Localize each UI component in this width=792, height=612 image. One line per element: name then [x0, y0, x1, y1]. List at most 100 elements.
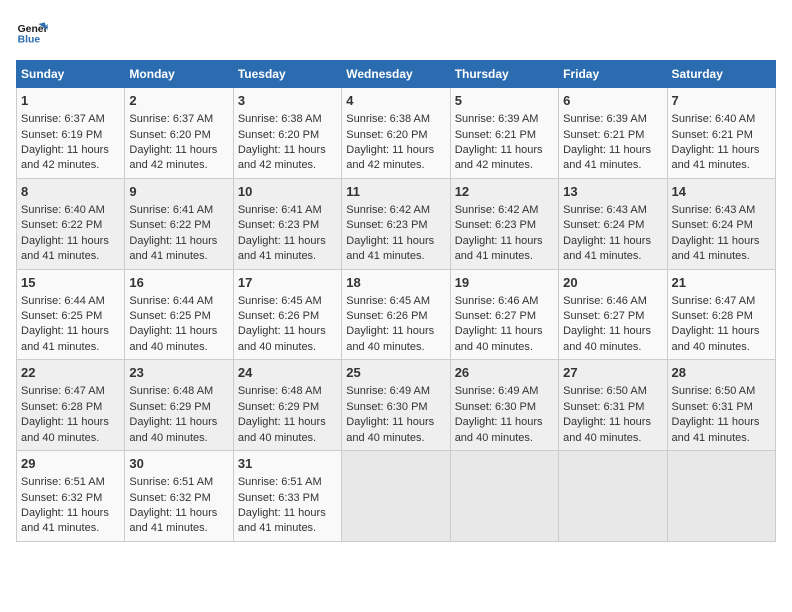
sunset-label: Sunset: 6:28 PM: [21, 401, 102, 413]
day-number: 3: [238, 92, 337, 110]
calendar-cell: 25Sunrise: 6:49 AMSunset: 6:30 PMDayligh…: [342, 360, 450, 451]
daylight-label: Daylight: 11 hours and 42 minutes.: [129, 144, 217, 171]
calendar-week-row: 22 Sunrise: 6:47 AM Sunset: 6:28 PM Dayligh…: [17, 360, 776, 451]
calendar-cell: 15 Sunrise: 6:44 AM Sunset: 6:25 PM Dayligh…: [17, 269, 125, 360]
sunrise-label: Sunrise: 6:44 AM: [21, 295, 105, 307]
sunrise-label: Sunrise: 6:37 AM: [129, 113, 213, 125]
day-number: 16: [129, 274, 228, 292]
day-number: 18: [346, 274, 445, 292]
daylight-label: Daylight: 11 hours and 40 minutes.: [238, 325, 326, 352]
sunset-label: Sunset: 6:25 PM: [129, 310, 210, 322]
sunrise-label: Sunrise: 6:46 AM: [563, 295, 647, 307]
daylight-label: Daylight: 11 hours and 41 minutes.: [129, 507, 217, 534]
calendar-cell: [342, 451, 450, 542]
logo: General Blue: [16, 16, 48, 48]
calendar-cell: 1Sunrise: 6:37 AMSunset: 6:19 PMDaylight…: [17, 88, 125, 179]
day-number: 9: [129, 183, 228, 201]
sunrise-label: Sunrise: 6:41 AM: [129, 204, 213, 216]
calendar-cell: 26Sunrise: 6:49 AMSunset: 6:30 PMDayligh…: [450, 360, 558, 451]
sunset-label: Sunset: 6:20 PM: [129, 129, 210, 141]
day-number: 20: [563, 274, 662, 292]
day-number: 28: [672, 364, 771, 382]
day-number: 15: [21, 274, 120, 292]
daylight-label: Daylight: 11 hours and 41 minutes.: [238, 235, 326, 262]
daylight-label: Daylight: 11 hours and 41 minutes.: [672, 144, 760, 171]
day-number: 11: [346, 183, 445, 201]
sunrise-label: Sunrise: 6:51 AM: [238, 476, 322, 488]
calendar-header-row: SundayMondayTuesdayWednesdayThursdayFrid…: [17, 61, 776, 88]
calendar-day-header: Friday: [559, 61, 667, 88]
sunrise-label: Sunrise: 6:38 AM: [346, 113, 430, 125]
sunrise-label: Sunrise: 6:50 AM: [672, 385, 756, 397]
day-number: 22: [21, 364, 120, 382]
calendar-week-row: 15 Sunrise: 6:44 AM Sunset: 6:25 PM Dayligh…: [17, 269, 776, 360]
daylight-label: Daylight: 11 hours and 41 minutes.: [672, 416, 760, 443]
sunset-label: Sunset: 6:31 PM: [672, 401, 753, 413]
sunset-label: Sunset: 6:24 PM: [672, 219, 753, 231]
day-number: 19: [455, 274, 554, 292]
day-number: 23: [129, 364, 228, 382]
calendar-cell: 5Sunrise: 6:39 AMSunset: 6:21 PMDaylight…: [450, 88, 558, 179]
daylight-label: Daylight: 11 hours and 41 minutes.: [563, 144, 651, 171]
calendar-cell: 19Sunrise: 6:46 AMSunset: 6:27 PMDayligh…: [450, 269, 558, 360]
calendar-cell: 7Sunrise: 6:40 AMSunset: 6:21 PMDaylight…: [667, 88, 775, 179]
sunset-label: Sunset: 6:23 PM: [455, 219, 536, 231]
day-number: 6: [563, 92, 662, 110]
day-number: 31: [238, 455, 337, 473]
sunrise-label: Sunrise: 6:48 AM: [238, 385, 322, 397]
daylight-label: Daylight: 11 hours and 40 minutes.: [346, 416, 434, 443]
calendar-day-header: Monday: [125, 61, 233, 88]
sunrise-label: Sunrise: 6:42 AM: [455, 204, 539, 216]
sunset-label: Sunset: 6:21 PM: [672, 129, 753, 141]
calendar-week-row: 8Sunrise: 6:40 AMSunset: 6:22 PMDaylight…: [17, 178, 776, 269]
daylight-label: Daylight: 11 hours and 40 minutes.: [563, 416, 651, 443]
sunrise-label: Sunrise: 6:47 AM: [672, 295, 756, 307]
sunrise-label: Sunrise: 6:47 AM: [21, 385, 105, 397]
sunrise-label: Sunrise: 6:49 AM: [455, 385, 539, 397]
sunrise-label: Sunrise: 6:37 AM: [21, 113, 105, 125]
sunset-label: Sunset: 6:30 PM: [455, 401, 536, 413]
sunset-label: Sunset: 6:21 PM: [455, 129, 536, 141]
calendar-day-header: Sunday: [17, 61, 125, 88]
calendar-body: 1Sunrise: 6:37 AMSunset: 6:19 PMDaylight…: [17, 88, 776, 542]
calendar-day-header: Thursday: [450, 61, 558, 88]
calendar-cell: 21Sunrise: 6:47 AMSunset: 6:28 PMDayligh…: [667, 269, 775, 360]
day-number: 8: [21, 183, 120, 201]
day-number: 30: [129, 455, 228, 473]
calendar-week-row: 29Sunrise: 6:51 AMSunset: 6:32 PMDayligh…: [17, 451, 776, 542]
calendar-day-header: Tuesday: [233, 61, 341, 88]
calendar-cell: 6Sunrise: 6:39 AMSunset: 6:21 PMDaylight…: [559, 88, 667, 179]
sunrise-label: Sunrise: 6:46 AM: [455, 295, 539, 307]
day-number: 25: [346, 364, 445, 382]
calendar-cell: 27Sunrise: 6:50 AMSunset: 6:31 PMDayligh…: [559, 360, 667, 451]
sunset-label: Sunset: 6:27 PM: [563, 310, 644, 322]
sunrise-label: Sunrise: 6:50 AM: [563, 385, 647, 397]
page-header: General Blue: [16, 16, 776, 48]
sunset-label: Sunset: 6:28 PM: [672, 310, 753, 322]
calendar-cell: 17Sunrise: 6:45 AMSunset: 6:26 PMDayligh…: [233, 269, 341, 360]
daylight-label: Daylight: 11 hours and 40 minutes.: [455, 325, 543, 352]
sunset-label: Sunset: 6:20 PM: [238, 129, 319, 141]
calendar-cell: 12Sunrise: 6:42 AMSunset: 6:23 PMDayligh…: [450, 178, 558, 269]
calendar-cell: [450, 451, 558, 542]
sunrise-label: Sunrise: 6:45 AM: [238, 295, 322, 307]
daylight-label: Daylight: 11 hours and 41 minutes.: [563, 235, 651, 262]
sunset-label: Sunset: 6:25 PM: [21, 310, 102, 322]
calendar-cell: 29Sunrise: 6:51 AMSunset: 6:32 PMDayligh…: [17, 451, 125, 542]
day-number: 13: [563, 183, 662, 201]
sunset-label: Sunset: 6:32 PM: [21, 492, 102, 504]
sunrise-label: Sunrise: 6:51 AM: [129, 476, 213, 488]
sunset-label: Sunset: 6:23 PM: [238, 219, 319, 231]
daylight-label: Daylight: 11 hours and 41 minutes.: [21, 325, 109, 352]
sunrise-label: Sunrise: 6:43 AM: [563, 204, 647, 216]
daylight-label: Daylight: 11 hours and 40 minutes.: [563, 325, 651, 352]
sunrise-label: Sunrise: 6:49 AM: [346, 385, 430, 397]
sunset-label: Sunset: 6:26 PM: [346, 310, 427, 322]
day-number: 2: [129, 92, 228, 110]
sunrise-label: Sunrise: 6:39 AM: [455, 113, 539, 125]
day-number: 4: [346, 92, 445, 110]
daylight-label: Daylight: 11 hours and 41 minutes.: [455, 235, 543, 262]
day-number: 24: [238, 364, 337, 382]
day-number: 7: [672, 92, 771, 110]
sunrise-label: Sunrise: 6:42 AM: [346, 204, 430, 216]
